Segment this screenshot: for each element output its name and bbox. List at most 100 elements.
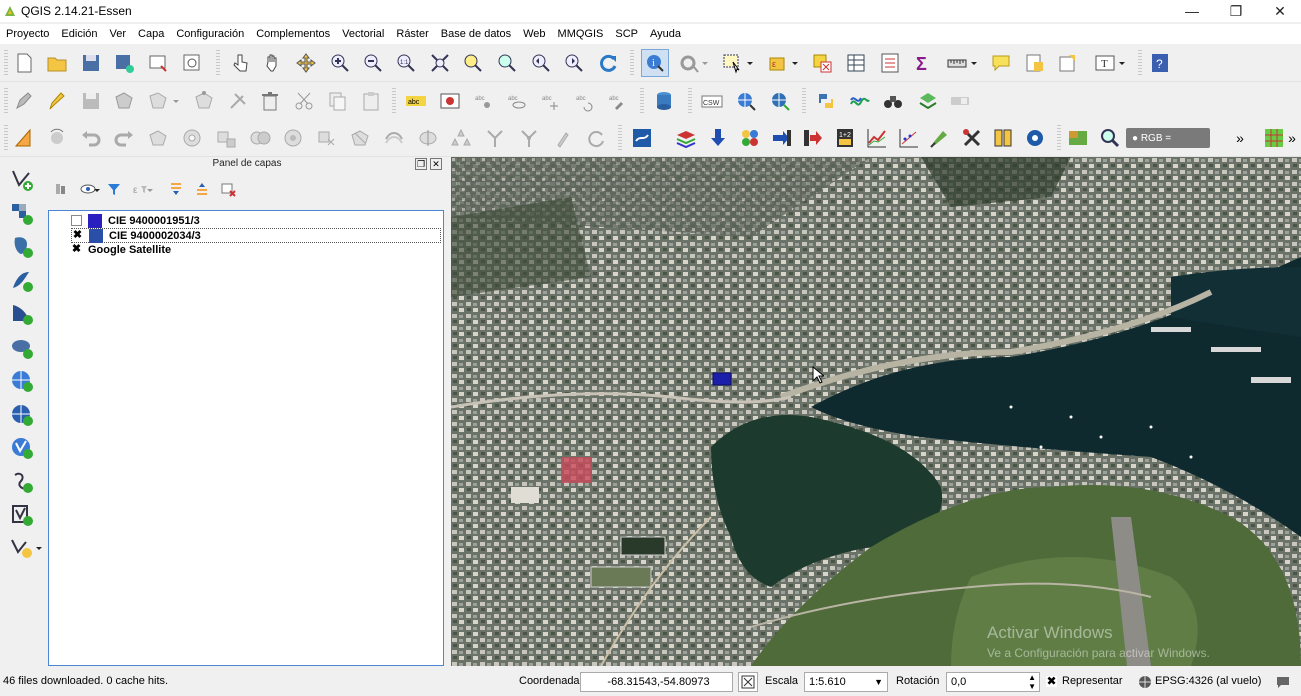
deselect-all-button[interactable] [810,51,834,75]
toolbar-grip[interactable] [802,88,806,114]
field-calculator-button[interactable] [878,51,902,75]
grid-plugin-button[interactable] [1262,126,1286,150]
download-images-button[interactable] [706,126,730,150]
toolbar-grip[interactable] [216,50,220,76]
toolbar-grip[interactable] [618,125,622,151]
crs-globe-icon[interactable] [1138,675,1152,689]
change-label-button[interactable]: abc [606,89,630,113]
add-postgis-layer-button[interactable] [8,233,36,261]
current-edits-button[interactable] [12,89,36,113]
plugin-button[interactable] [916,89,940,113]
close-button[interactable]: ✕ [1258,0,1301,22]
collapse-all-button[interactable] [192,179,212,199]
menu-ver[interactable]: Ver [110,28,127,40]
layer-visibility-checkbox[interactable] [71,215,82,226]
menu-edicion[interactable]: Edición [61,28,97,40]
filter-expression-dropdown[interactable] [145,179,155,199]
remove-layer-button[interactable] [218,179,238,199]
attribute-table-button[interactable] [844,51,868,75]
toolbar-grip[interactable] [4,125,8,151]
roi-creation-button[interactable] [928,126,952,150]
postprocessing-button[interactable] [801,126,825,150]
measure-dropdown[interactable] [968,51,980,75]
graphs-button[interactable] [848,89,872,113]
restore-button[interactable]: ❐ [1214,0,1258,22]
zoom-to-layer-button[interactable] [495,51,519,75]
select-expression-dropdown[interactable] [789,51,801,75]
layer-diagram-button[interactable] [438,89,462,113]
merge-attributes-button[interactable] [517,126,541,150]
menu-mmqgis[interactable]: MMQGIS [558,28,604,40]
open-project-button[interactable] [45,51,69,75]
band-processing-button[interactable] [770,126,794,150]
panel-float-button[interactable]: ❐ [415,158,427,170]
zoom-in-button[interactable] [328,51,352,75]
layer-row[interactable]: CIE 9400001951/3 [71,213,200,228]
toggle-editing-button[interactable] [45,89,69,113]
layer-row-selected[interactable]: ✖ CIE 9400002034/3 [71,228,441,243]
user-manual-button[interactable] [991,126,1015,150]
map-canvas[interactable]: Activar Windows Ve a Configuración para … [451,157,1301,666]
zoom-last-button[interactable] [529,51,553,75]
merge-features-button[interactable] [483,126,507,150]
add-vector-layer-button[interactable] [8,166,36,194]
rotate-symbols-button[interactable] [551,126,575,150]
crs-status[interactable]: EPSG:4326 (al vuelo) [1155,675,1261,687]
layer-visibility-checkbox[interactable]: ✖ [71,244,82,255]
paste-features-button[interactable] [359,89,383,113]
metasearch-button[interactable]: CSW [700,89,724,113]
visibility-dropdown[interactable] [92,179,102,199]
menu-raster[interactable]: Ráster [396,28,428,40]
toolbar-overflow-right-button[interactable]: » [1285,126,1299,150]
expand-all-button[interactable] [166,179,186,199]
text-annotation-button[interactable]: T [1093,51,1117,75]
select-by-expression-button[interactable]: ε [765,51,789,75]
toolbar-grip[interactable] [392,88,396,114]
add-feature-button[interactable] [112,89,136,113]
panel-close-button[interactable]: ✕ [430,158,442,170]
menu-web[interactable]: Web [523,28,545,40]
identify-features-button[interactable]: i [641,49,669,77]
classification-preview-button[interactable] [1066,126,1090,150]
menu-capa[interactable]: Capa [138,28,164,40]
add-virtual-layer-button[interactable] [8,468,36,496]
zoom-to-selection-button[interactable] [461,51,485,75]
rotate-point-button[interactable] [584,126,608,150]
action-button[interactable] [676,51,700,75]
scatter-plot-button[interactable] [897,126,921,150]
menu-scp[interactable]: SCP [615,28,638,40]
add-wcs-layer-button[interactable] [8,401,36,429]
add-part-button[interactable] [214,126,238,150]
toolbar-grip[interactable] [630,50,634,76]
reshape-features-button[interactable] [348,126,372,150]
measure-button[interactable] [945,51,969,75]
move-feature-button[interactable] [146,89,170,113]
menu-proyecto[interactable]: Proyecto [6,28,49,40]
save-project-button[interactable] [79,51,103,75]
delete-part-button[interactable] [226,89,250,113]
select-features-button[interactable] [720,51,744,75]
move-label-button[interactable]: abc [539,89,563,113]
cut-features-button[interactable] [292,89,316,113]
scale-combobox[interactable]: 1:5.610 ▼ [804,672,888,692]
filter-legend-button[interactable] [104,179,124,199]
spectral-plot-button[interactable] [865,126,889,150]
new-bookmark-button[interactable] [1023,51,1047,75]
pan-to-selection-button[interactable] [294,51,318,75]
add-oracle-layer-button[interactable] [8,501,36,529]
scp-settings-button[interactable] [1023,126,1047,150]
add-delimited-text-button[interactable] [8,334,36,362]
help-button[interactable]: ? [1148,51,1172,75]
render-checkbox[interactable]: ✖ [1046,675,1057,687]
zoom-next-button[interactable] [562,51,586,75]
move-feature-dropdown[interactable] [170,89,182,113]
menu-configuracion[interactable]: Configuración [176,28,244,40]
toolbar-grip[interactable] [4,88,8,114]
preprocessing-button[interactable] [738,126,762,150]
layer-labeling-button[interactable]: abc [404,89,428,113]
toolbar-grip[interactable] [1057,125,1061,151]
advanced-digitizing-button[interactable] [12,126,36,150]
composer-manager-button[interactable] [180,51,204,75]
menu-ayuda[interactable]: Ayuda [650,28,681,40]
new-print-composer-button[interactable] [146,51,170,75]
